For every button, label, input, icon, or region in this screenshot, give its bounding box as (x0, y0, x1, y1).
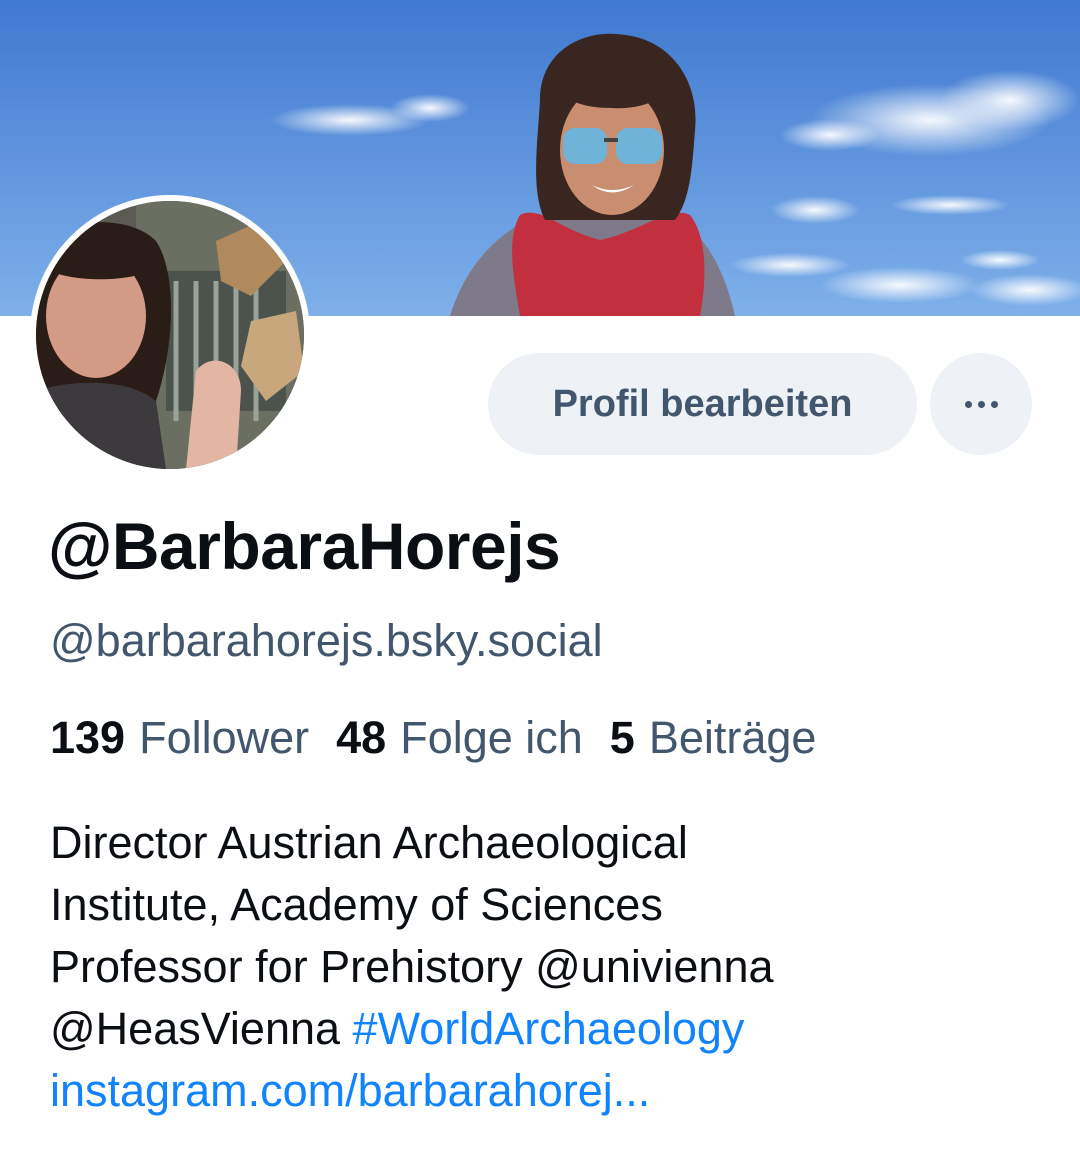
profile-stats: 139 Follower 48 Folge ich 5 Beiträge (50, 712, 816, 764)
bio-line: Institute, Academy of Sciences (50, 879, 663, 930)
following-stat[interactable]: 48 Folge ich (336, 712, 583, 764)
posts-label: Beiträge (648, 712, 817, 763)
bio-mention-text: @HeasVienna (50, 1003, 353, 1054)
posts-count: 5 (609, 712, 635, 763)
edit-profile-button[interactable]: Profil bearbeiten (488, 353, 917, 455)
more-options-button[interactable] (930, 353, 1032, 455)
followers-label: Follower (139, 712, 310, 763)
hashtag-link[interactable]: #WorldArchaeology (353, 1003, 745, 1054)
external-link[interactable]: instagram.com/barbarahorej... (50, 1065, 650, 1116)
more-horizontal-icon (964, 400, 998, 408)
profile-bio: Director Austrian Archaeological Institu… (50, 812, 1050, 1122)
bio-line: Director Austrian Archaeological (50, 817, 688, 868)
followers-count: 139 (50, 712, 126, 763)
bio-line: @HeasVienna #WorldArchaeology (50, 998, 1050, 1060)
profile-handle: @barbarahorejs.bsky.social (50, 615, 603, 666)
following-count: 48 (336, 712, 387, 763)
posts-stat: 5 Beiträge (610, 712, 817, 764)
following-label: Folge ich (400, 712, 583, 763)
bio-line: Professor for Prehistory @univienna (50, 941, 774, 992)
bio-line: instagram.com/barbarahorej... (50, 1060, 1050, 1122)
avatar-image (36, 201, 304, 469)
avatar[interactable] (30, 195, 310, 475)
display-name: @BarbaraHorejs (48, 509, 561, 583)
followers-stat[interactable]: 139 Follower (50, 712, 309, 764)
